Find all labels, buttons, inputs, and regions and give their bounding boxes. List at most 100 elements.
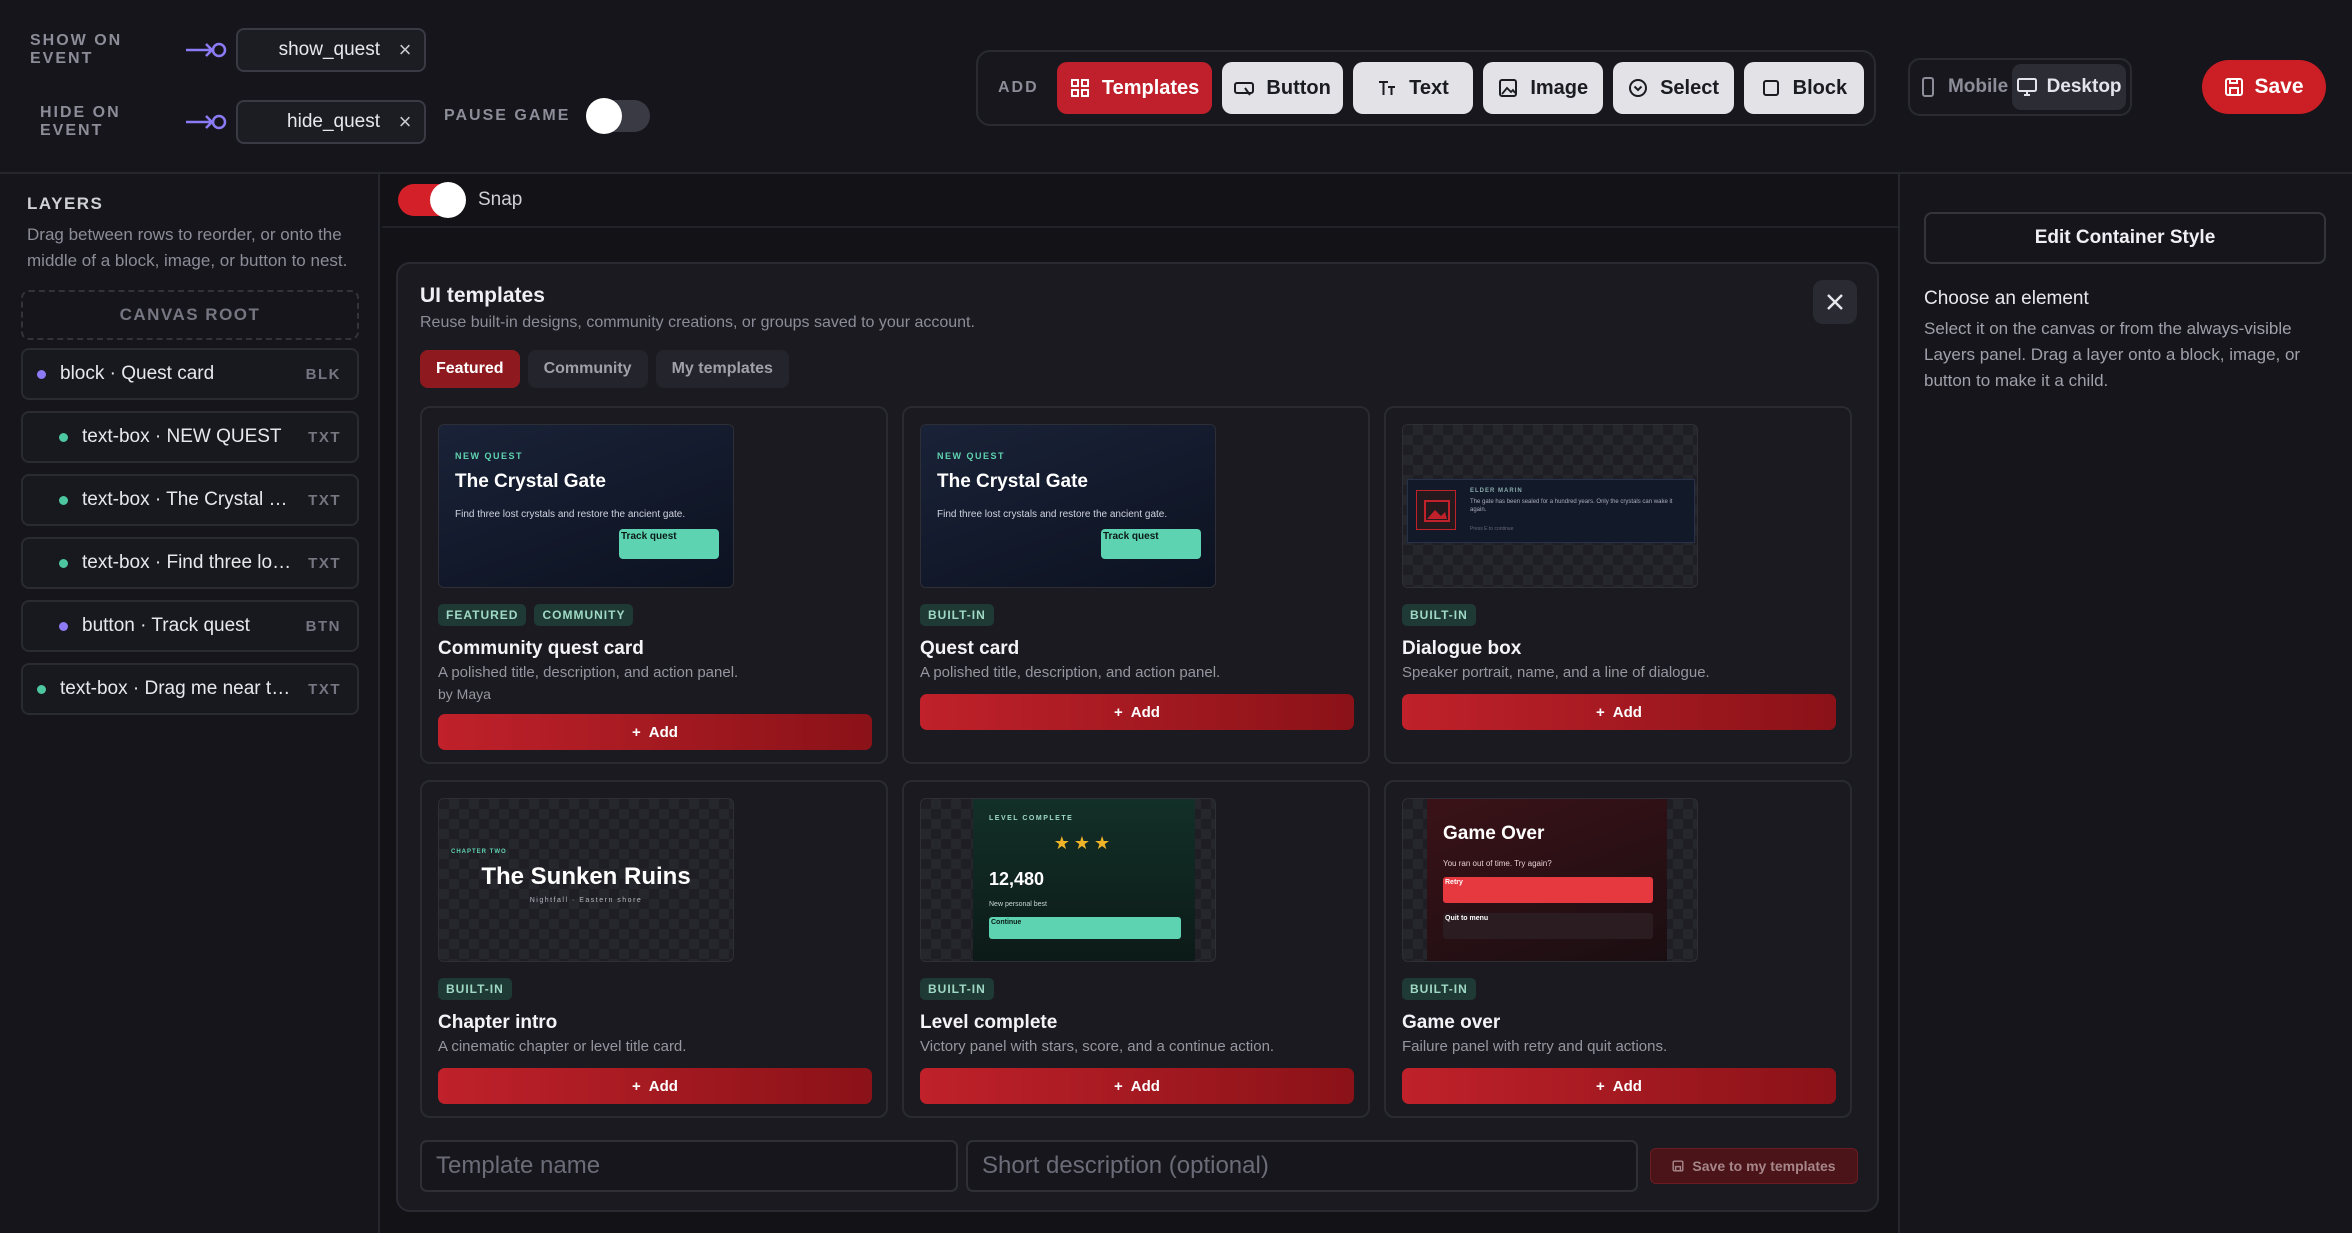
select-icon bbox=[1629, 79, 1648, 97]
layer-row[interactable]: text-box · Find three lost crystals and … bbox=[21, 537, 359, 589]
template-card: Game Over You ran out of time. Try again… bbox=[1384, 780, 1852, 1118]
save-button[interactable]: Save bbox=[2202, 60, 2326, 114]
layer-type-tag: TXT bbox=[308, 491, 341, 509]
layer-name: block · Quest card bbox=[60, 363, 215, 384]
card-title: Quest card bbox=[920, 638, 1020, 659]
add-select-button[interactable]: Select bbox=[1613, 62, 1734, 114]
canvas-root-dropzone[interactable]: CANVAS ROOT bbox=[21, 290, 359, 340]
layer-name: text-box · Find three lost crystals and … bbox=[82, 552, 296, 573]
save-to-my-templates-button[interactable]: Save to my templates bbox=[1650, 1148, 1858, 1184]
save-template-row: Save to my templates bbox=[420, 1140, 1858, 1192]
tab-my-templates[interactable]: My templates bbox=[655, 350, 789, 388]
layer-type-tag: BTN bbox=[305, 617, 341, 635]
card-title: Dialogue box bbox=[1402, 638, 1522, 659]
preview-retry-button: Retry bbox=[1443, 877, 1653, 903]
add-template-button[interactable]: + Add bbox=[920, 694, 1354, 730]
badge-group: BUILT-IN bbox=[920, 978, 994, 1000]
desktop-button[interactable]: Desktop bbox=[2012, 64, 2126, 110]
tab-featured[interactable]: Featured bbox=[420, 350, 520, 388]
card-title: Game over bbox=[1402, 1012, 1501, 1033]
pause-game-toggle[interactable] bbox=[586, 98, 651, 134]
preview-subtitle: Nightfall · Eastern shore bbox=[529, 897, 643, 904]
quest-card-preview: NEW QUEST The Crystal Gate Find three lo… bbox=[439, 425, 733, 587]
template-preview: CHAPTER TWO The Sunken Ruins Nightfall ·… bbox=[438, 798, 734, 962]
canvas-toolbar: Snap bbox=[382, 174, 1898, 228]
ui-templates-dialog: UI templates Reuse built-in designs, com… bbox=[396, 262, 1879, 1212]
badge-featured: FEATURED bbox=[438, 604, 527, 626]
edit-container-style-button[interactable]: Edit Container Style bbox=[1924, 212, 2326, 264]
card-description: Failure panel with retry and quit action… bbox=[1402, 1038, 1668, 1055]
plus-icon: + bbox=[1596, 703, 1605, 721]
add-template-button[interactable]: + Add bbox=[438, 714, 872, 750]
phone-icon bbox=[1921, 77, 1934, 97]
quest-card-preview: NEW QUEST The Crystal Gate Find three lo… bbox=[921, 425, 1215, 587]
tab-community[interactable]: Community bbox=[527, 350, 648, 388]
close-dialog-button[interactable] bbox=[1813, 280, 1857, 324]
add-toolbar: ADD Templates Button Text Image Select B… bbox=[976, 50, 1876, 126]
templates-button[interactable]: Templates bbox=[1056, 62, 1213, 114]
card-description: Victory panel with stars, score, and a c… bbox=[920, 1038, 1275, 1055]
dialog-title: UI templates bbox=[420, 284, 545, 307]
add-button-button[interactable]: Button bbox=[1222, 62, 1343, 114]
mobile-label: Mobile bbox=[1947, 76, 2009, 97]
add-template-button[interactable]: + Add bbox=[920, 1068, 1354, 1104]
template-description-input[interactable] bbox=[966, 1140, 1638, 1192]
top-bar: SHOW ON EVENT show_quest × HIDE ON EVENT… bbox=[0, 0, 2352, 174]
template-preview: NEW QUEST The Crystal Gate Find three lo… bbox=[438, 424, 734, 588]
mobile-button[interactable]: Mobile bbox=[1914, 64, 2012, 110]
floppy-icon bbox=[2225, 78, 2244, 96]
layer-row[interactable]: text-box · Drag me near the block TXT bbox=[21, 663, 359, 715]
add-text-button[interactable]: Text bbox=[1352, 62, 1474, 114]
layer-name: text-box · Drag me near the block bbox=[60, 678, 296, 699]
layer-name: button · Track quest bbox=[82, 615, 250, 636]
layer-row[interactable]: block · Quest card BLK bbox=[21, 348, 359, 400]
show-event-field[interactable]: show_quest × bbox=[236, 28, 426, 72]
template-name-input[interactable] bbox=[420, 1140, 958, 1192]
desktop-label: Desktop bbox=[2046, 76, 2122, 97]
plus-icon: + bbox=[1596, 1077, 1605, 1095]
text-button-label: Text bbox=[1409, 76, 1449, 99]
monitor-icon bbox=[2016, 78, 2037, 96]
text-icon bbox=[1379, 81, 1396, 95]
hide-event-field[interactable]: hide_quest × bbox=[236, 100, 426, 144]
layer-dot bbox=[59, 621, 68, 631]
badge-built-in: BUILT-IN bbox=[1402, 978, 1476, 1000]
template-card: NEW QUEST The Crystal Gate Find three lo… bbox=[420, 406, 888, 764]
layers-title: LAYERS bbox=[27, 194, 104, 213]
badge-built-in: BUILT-IN bbox=[438, 978, 512, 1000]
badge-community: COMMUNITY bbox=[534, 604, 634, 626]
close-icon bbox=[1827, 294, 1843, 310]
floppy-icon bbox=[1672, 1160, 1684, 1172]
layer-row[interactable]: text-box · The Crystal Gate TXT bbox=[21, 474, 359, 526]
snap-toggle[interactable] bbox=[398, 182, 466, 218]
preview-quit-button: Quit to menu bbox=[1443, 913, 1653, 939]
hide-event-value: hide_quest bbox=[287, 111, 380, 132]
layer-row[interactable]: button · Track quest BTN bbox=[21, 600, 359, 652]
add-template-button[interactable]: + Add bbox=[1402, 694, 1836, 730]
save-to-my-templates-label: Save to my templates bbox=[1692, 1158, 1836, 1174]
template-card: LEVEL COMPLETE ★★★ 12,480 New personal b… bbox=[902, 780, 1370, 1118]
add-block-button[interactable]: Block bbox=[1743, 62, 1865, 114]
template-tabs: Featured Community My templates bbox=[420, 350, 789, 388]
card-title: Community quest card bbox=[438, 638, 644, 659]
inspector-empty-title: Choose an element bbox=[1924, 288, 2089, 309]
card-description: A polished title, description, and actio… bbox=[920, 664, 1221, 681]
add-image-button[interactable]: Image bbox=[1483, 62, 1604, 114]
add-template-button[interactable]: + Add bbox=[1402, 1068, 1836, 1104]
layer-dot bbox=[59, 495, 68, 505]
clear-show-event-icon[interactable]: × bbox=[394, 37, 416, 62]
clear-hide-event-icon[interactable]: × bbox=[394, 109, 416, 134]
toggle-knob bbox=[430, 182, 466, 218]
badge-built-in: BUILT-IN bbox=[920, 978, 994, 1000]
inspector-empty-hint: Select it on the canvas or from the alwa… bbox=[1924, 319, 2301, 390]
preview-kicker: CHAPTER TWO bbox=[451, 849, 507, 855]
layer-row[interactable]: text-box · NEW QUEST TXT bbox=[21, 411, 359, 463]
badge-group: BUILT-IN bbox=[1402, 978, 1476, 1000]
add-template-button[interactable]: + Add bbox=[438, 1068, 872, 1104]
card-title: Chapter intro bbox=[438, 1012, 558, 1033]
block-button-label: Block bbox=[1792, 76, 1848, 99]
template-preview: LEVEL COMPLETE ★★★ 12,480 New personal b… bbox=[920, 798, 1216, 962]
badge-group: BUILT-IN bbox=[1402, 604, 1476, 626]
preview-desc: You ran out of time. Try again? bbox=[1443, 859, 1552, 868]
event-link-icon bbox=[186, 114, 227, 130]
